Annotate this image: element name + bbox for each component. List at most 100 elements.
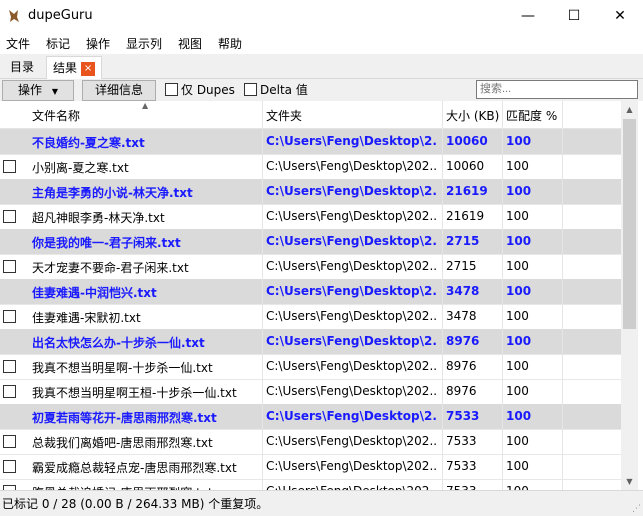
duplicate-row[interactable]: 霸爱成瘾总裁轻点宠-唐思雨邢烈寒.txt C:\Users\Feng\Deskto… bbox=[0, 454, 621, 480]
size-cell: 3478 bbox=[446, 309, 477, 323]
table-header: ▲ 文件名称 文件夹 大小 (KB) 匹配度 % bbox=[0, 101, 621, 129]
menu-file[interactable]: 文件 bbox=[6, 35, 30, 52]
cell-divider bbox=[502, 354, 503, 379]
cell-divider bbox=[442, 204, 443, 229]
menu-columns[interactable]: 显示列 bbox=[126, 35, 162, 52]
tab-directories-label: 目录 bbox=[10, 60, 35, 74]
close-icon: ✕ bbox=[614, 8, 626, 24]
actions-label: 操作 bbox=[18, 83, 43, 97]
cell-divider bbox=[442, 329, 443, 354]
close-tab-icon[interactable]: × bbox=[81, 61, 96, 76]
match-cell: 100 bbox=[506, 334, 532, 348]
duplicate-row[interactable]: 我真不想当明星啊-十步杀一仙.txt C:\Users\Feng\Desktop\… bbox=[0, 354, 621, 380]
row-checkbox[interactable] bbox=[3, 385, 16, 398]
column-divider[interactable] bbox=[262, 101, 263, 128]
window-title: dupeGuru bbox=[28, 8, 93, 23]
reference-row[interactable]: 佳妻难遇-中润恺兴.txt C:\Users\Feng\Desktop\2... 3… bbox=[0, 279, 621, 305]
cell-divider bbox=[262, 454, 263, 479]
cell-divider bbox=[562, 304, 563, 329]
duplicate-row[interactable]: 超凡神眼李勇-林天净.txt C:\Users\Feng\Desktop\202.… bbox=[0, 204, 621, 230]
cell-divider bbox=[562, 454, 563, 479]
scroll-up-icon[interactable]: ▲ bbox=[621, 101, 638, 118]
cell-divider bbox=[442, 454, 443, 479]
cell-divider bbox=[262, 254, 263, 279]
dropdown-arrow-icon: ▼ bbox=[51, 87, 58, 96]
match-cell: 100 bbox=[506, 234, 532, 248]
size-cell: 2715 bbox=[446, 234, 480, 248]
vertical-scrollbar[interactable]: ▲ ▼ bbox=[621, 101, 638, 490]
cell-divider bbox=[262, 404, 263, 429]
dupes-only-label: 仅 Dupes bbox=[181, 83, 235, 97]
column-divider[interactable] bbox=[562, 101, 563, 128]
reference-row[interactable]: 不良婚约-夏之寒.txt C:\Users\Feng\Desktop\2... 10… bbox=[0, 129, 621, 155]
size-cell: 7533 bbox=[446, 409, 480, 423]
delta-checkbox[interactable] bbox=[244, 83, 257, 96]
folder-cell: C:\Users\Feng\Desktop\202... bbox=[266, 259, 438, 273]
reference-row[interactable]: 初夏若雨等花开-唐思雨邢烈寒.txt C:\Users\Feng\Desktop\… bbox=[0, 404, 621, 430]
resize-grip-icon[interactable]: ⋰ bbox=[632, 504, 641, 514]
tab-directories[interactable]: 目录 bbox=[4, 56, 40, 78]
cell-divider bbox=[442, 404, 443, 429]
duplicate-row[interactable]: 总裁我们离婚吧-唐思雨邢烈寒.txt C:\Users\Feng\Desktop\… bbox=[0, 429, 621, 455]
column-header-size[interactable]: 大小 (KB) bbox=[446, 107, 499, 124]
row-checkbox[interactable] bbox=[3, 360, 16, 373]
maximize-icon: ☐ bbox=[567, 8, 581, 24]
cell-divider bbox=[562, 204, 563, 229]
cell-divider bbox=[502, 454, 503, 479]
size-cell: 3478 bbox=[446, 284, 480, 298]
column-header-match[interactable]: 匹配度 % bbox=[506, 107, 557, 124]
cell-divider bbox=[442, 379, 443, 404]
menu-help[interactable]: 帮助 bbox=[218, 35, 242, 52]
row-checkbox[interactable] bbox=[3, 310, 16, 323]
column-divider[interactable] bbox=[442, 101, 443, 128]
cell-divider bbox=[562, 379, 563, 404]
minimize-button[interactable]: — bbox=[505, 0, 551, 32]
menu-actions[interactable]: 操作 bbox=[86, 35, 110, 52]
column-header-folder[interactable]: 文件夹 bbox=[266, 107, 302, 124]
folder-cell: C:\Users\Feng\Desktop\2... bbox=[266, 184, 438, 198]
cell-divider bbox=[442, 179, 443, 204]
match-cell: 100 bbox=[506, 384, 529, 398]
cell-divider bbox=[502, 129, 503, 154]
folder-cell: C:\Users\Feng\Desktop\202... bbox=[266, 434, 438, 448]
scroll-down-icon[interactable]: ▼ bbox=[621, 473, 638, 490]
title-bar: dupeGuru — ☐ ✕ bbox=[0, 0, 643, 32]
size-cell: 21619 bbox=[446, 184, 488, 198]
column-divider[interactable] bbox=[502, 101, 503, 128]
row-checkbox[interactable] bbox=[3, 435, 16, 448]
reference-row[interactable]: 出名太快怎么办-十步杀一仙.txt C:\Users\Feng\Desktop\2… bbox=[0, 329, 621, 355]
duplicate-row[interactable]: 我真不想当明星啊王桓-十步杀一仙.txt C:\Users\Feng\Deskto… bbox=[0, 379, 621, 405]
row-checkbox[interactable] bbox=[3, 160, 16, 173]
reference-row[interactable]: 主角是李勇的小说-林天净.txt C:\Users\Feng\Desktop\2.… bbox=[0, 179, 621, 205]
details-button[interactable]: 详细信息 bbox=[82, 80, 156, 101]
scrollbar-thumb[interactable] bbox=[623, 119, 636, 329]
delta-label: Delta 值 bbox=[260, 83, 308, 97]
row-checkbox[interactable] bbox=[3, 460, 16, 473]
row-checkbox[interactable] bbox=[3, 260, 16, 273]
folder-cell: C:\Users\Feng\Desktop\202... bbox=[266, 384, 438, 398]
row-checkbox[interactable] bbox=[3, 210, 16, 223]
maximize-button[interactable]: ☐ bbox=[551, 0, 597, 32]
size-cell: 8976 bbox=[446, 334, 480, 348]
column-header-name[interactable]: 文件名称 bbox=[32, 107, 80, 124]
cell-divider bbox=[502, 179, 503, 204]
cell-divider bbox=[502, 379, 503, 404]
duplicate-row[interactable]: 小别离-夏之寒.txt C:\Users\Feng\Desktop\202... 1… bbox=[0, 154, 621, 180]
file-name-cell: 小别离-夏之寒.txt bbox=[32, 161, 129, 175]
reference-row[interactable]: 你是我的唯一-君子闲来.txt C:\Users\Feng\Desktop\2..… bbox=[0, 229, 621, 255]
cell-divider bbox=[262, 129, 263, 154]
duplicate-row[interactable]: 佳妻难遇-宋默初.txt C:\Users\Feng\Desktop\202...… bbox=[0, 304, 621, 330]
cell-divider bbox=[442, 354, 443, 379]
tab-results[interactable]: 结果 × bbox=[46, 56, 103, 79]
dupes-only-checkbox[interactable] bbox=[165, 83, 178, 96]
search-input[interactable] bbox=[476, 80, 638, 99]
menu-mark[interactable]: 标记 bbox=[46, 35, 70, 52]
duplicate-row[interactable]: 天才宠妻不要命-君子闲来.txt C:\Users\Feng\Desktop\20… bbox=[0, 254, 621, 280]
file-name-cell: 我真不想当明星啊王桓-十步杀一仙.txt bbox=[32, 386, 237, 400]
actions-button[interactable]: 操作 ▼ bbox=[2, 80, 74, 101]
menu-view[interactable]: 视图 bbox=[178, 35, 202, 52]
cell-divider bbox=[262, 354, 263, 379]
duplicate-row[interactable]: 腹黑总裁追婚记-唐思雨邢烈寒.txtC:\Users\Feng\Desktop\… bbox=[0, 479, 621, 490]
close-button[interactable]: ✕ bbox=[597, 0, 643, 32]
cell-divider bbox=[262, 304, 263, 329]
